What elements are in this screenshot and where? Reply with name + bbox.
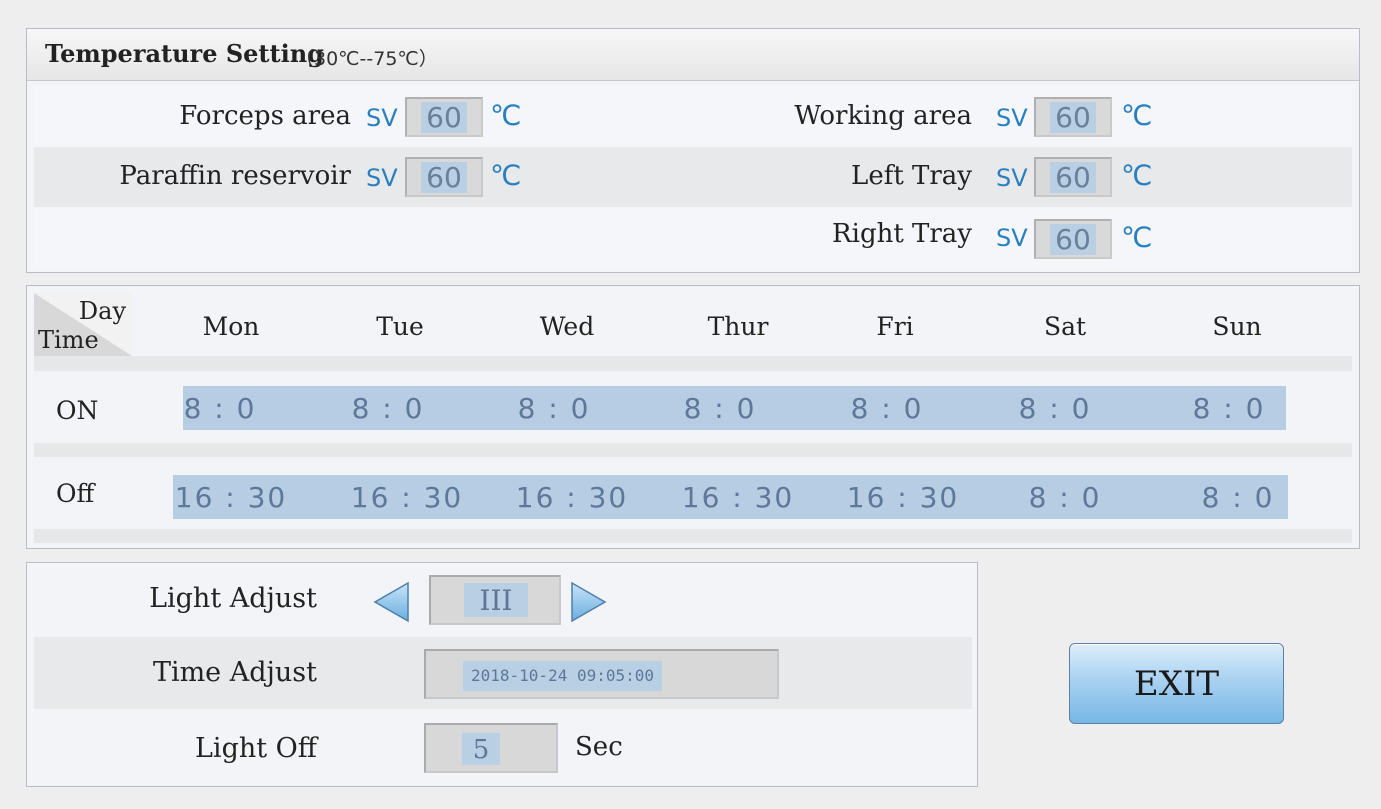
- sv-label: SV: [366, 104, 398, 132]
- day-header-wed: Wed: [539, 312, 595, 341]
- temperature-panel: Temperature Setting （30℃--75℃） Forceps a…: [26, 28, 1360, 273]
- temperature-title: Temperature Setting: [45, 39, 324, 68]
- temperature-header: Temperature Setting （30℃--75℃）: [27, 29, 1359, 81]
- celsius-unit: ℃: [1121, 159, 1153, 192]
- sv-label: SV: [996, 104, 1028, 132]
- right-tray-label: Right Tray: [832, 219, 972, 249]
- on-time-thur[interactable]: 8 : 0: [655, 392, 785, 425]
- sv-label: SV: [996, 224, 1028, 252]
- light-off-label: Light Off: [195, 733, 317, 764]
- seconds-unit: Sec: [575, 732, 623, 762]
- light-panel: Light Adjust III Time Adjust 2018-10-24 …: [26, 562, 978, 787]
- off-time-sun[interactable]: 8 : 0: [1173, 481, 1303, 514]
- light-level-value: III: [464, 583, 528, 617]
- day-header-thur: Thur: [707, 312, 769, 341]
- light-decrease-button[interactable]: [372, 581, 412, 623]
- light-level-display: III: [429, 575, 561, 625]
- row-separator: [34, 529, 1352, 543]
- day-header-tue: Tue: [376, 312, 424, 341]
- day-header-sat: Sat: [1043, 312, 1087, 341]
- left-arrow-icon: [373, 581, 409, 623]
- temperature-row-3: Right Tray SV 60 ℃: [34, 207, 1352, 267]
- off-row-label: Off: [56, 479, 95, 508]
- forceps-area-value: 60: [421, 102, 467, 134]
- off-times-strip: 16 : 30 16 : 30 16 : 30 16 : 30 16 : 30 …: [173, 475, 1288, 519]
- celsius-unit: ℃: [1121, 221, 1153, 254]
- left-tray-input[interactable]: 60: [1034, 157, 1112, 197]
- left-tray-value: 60: [1050, 162, 1096, 194]
- temperature-row-2: Paraffin reservoir SV 60 ℃ Left Tray SV …: [34, 147, 1352, 207]
- day-time-corner-header: Day Time: [34, 293, 132, 356]
- on-time-fri[interactable]: 8 : 0: [822, 392, 952, 425]
- off-time-wed[interactable]: 16 : 30: [507, 481, 637, 514]
- row-separator: [34, 356, 1352, 371]
- off-time-thur[interactable]: 16 : 30: [673, 481, 803, 514]
- time-adjust-row: Time Adjust 2018-10-24 09:05:00: [34, 637, 972, 709]
- temperature-range: （30℃--75℃）: [295, 48, 438, 70]
- on-row-label: ON: [56, 396, 99, 425]
- light-off-value: 5: [462, 733, 500, 765]
- day-header-sun: Sun: [1212, 312, 1262, 341]
- paraffin-reservoir-label: Paraffin reservoir: [119, 161, 351, 191]
- off-time-tue[interactable]: 16 : 30: [342, 481, 472, 514]
- light-off-row: Light Off 5 Sec: [34, 709, 972, 781]
- working-area-value: 60: [1050, 102, 1096, 134]
- on-time-wed[interactable]: 8 : 0: [489, 392, 619, 425]
- forceps-area-label: Forceps area: [179, 101, 351, 131]
- corner-time-label: Time: [38, 326, 99, 354]
- sv-label: SV: [366, 164, 398, 192]
- day-header-mon: Mon: [202, 312, 260, 341]
- off-time-mon[interactable]: 16 : 30: [166, 481, 296, 514]
- forceps-area-input[interactable]: 60: [405, 97, 483, 137]
- day-header-fri: Fri: [876, 312, 914, 341]
- celsius-unit: ℃: [490, 99, 522, 132]
- on-time-sat[interactable]: 8 : 0: [990, 392, 1120, 425]
- exit-button[interactable]: EXIT: [1069, 643, 1284, 724]
- datetime-value: 2018-10-24 09:05:00: [463, 661, 663, 691]
- celsius-unit: ℃: [490, 159, 522, 192]
- on-times-strip: 8 : 0 8 : 0 8 : 0 8 : 0 8 : 0 8 : 0 8 : …: [183, 386, 1286, 430]
- on-time-mon[interactable]: 8 : 0: [155, 392, 285, 425]
- light-increase-button[interactable]: [568, 581, 608, 623]
- temperature-row-1: Forceps area SV 60 ℃ Working area SV 60 …: [34, 87, 1352, 147]
- paraffin-reservoir-input[interactable]: 60: [405, 157, 483, 197]
- working-area-label: Working area: [794, 101, 972, 131]
- light-adjust-label: Light Adjust: [149, 583, 317, 614]
- right-arrow-icon: [571, 581, 607, 623]
- right-tray-input[interactable]: 60: [1034, 219, 1112, 259]
- sv-label: SV: [996, 164, 1028, 192]
- on-time-tue[interactable]: 8 : 0: [323, 392, 453, 425]
- celsius-unit: ℃: [1121, 99, 1153, 132]
- off-time-fri[interactable]: 16 : 30: [838, 481, 968, 514]
- paraffin-reservoir-value: 60: [421, 162, 467, 194]
- right-tray-value: 60: [1050, 224, 1096, 256]
- schedule-panel: Day Time Mon Tue Wed Thur Fri Sat Sun ON…: [26, 285, 1360, 549]
- row-separator: [34, 443, 1352, 457]
- time-adjust-label: Time Adjust: [152, 657, 317, 688]
- corner-day-label: Day: [78, 297, 126, 325]
- light-off-input[interactable]: 5: [424, 723, 558, 773]
- on-time-sun[interactable]: 8 : 0: [1164, 392, 1294, 425]
- working-area-input[interactable]: 60: [1034, 97, 1112, 137]
- datetime-input[interactable]: 2018-10-24 09:05:00: [424, 649, 779, 699]
- off-time-sat[interactable]: 8 : 0: [1000, 481, 1130, 514]
- light-adjust-row: Light Adjust III: [34, 565, 972, 637]
- left-tray-label: Left Tray: [851, 161, 972, 191]
